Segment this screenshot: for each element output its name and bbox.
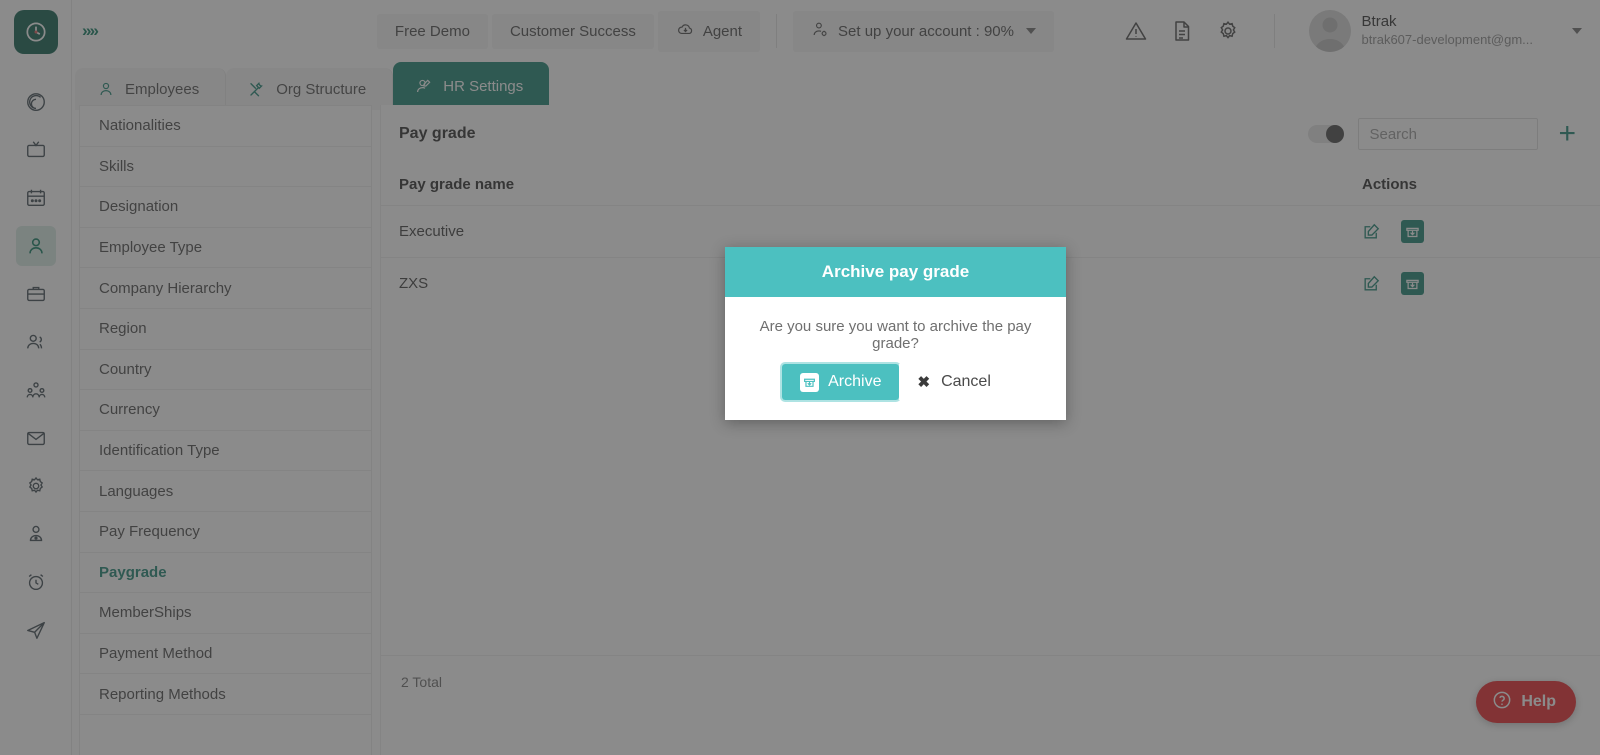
- archive-confirm-button[interactable]: Archive: [780, 362, 902, 402]
- archive-confirm-dialog: Archive pay grade Are you sure you want …: [725, 247, 1066, 420]
- dialog-body: Are you sure you want to archive the pay…: [725, 297, 1066, 420]
- close-x-icon: ✖: [917, 374, 931, 391]
- app-root: »» Free Demo Customer Success Agent: [0, 0, 1600, 755]
- archive-confirm-label: Archive: [828, 373, 882, 390]
- dialog-message: Are you sure you want to archive the pay…: [759, 318, 1032, 352]
- cancel-label: Cancel: [941, 373, 991, 390]
- dialog-actions: Archive ✖ Cancel: [725, 352, 1066, 420]
- archive-box-icon: [800, 372, 820, 392]
- dialog-title: Archive pay grade: [725, 247, 1066, 297]
- cancel-button[interactable]: ✖ Cancel: [899, 364, 1009, 400]
